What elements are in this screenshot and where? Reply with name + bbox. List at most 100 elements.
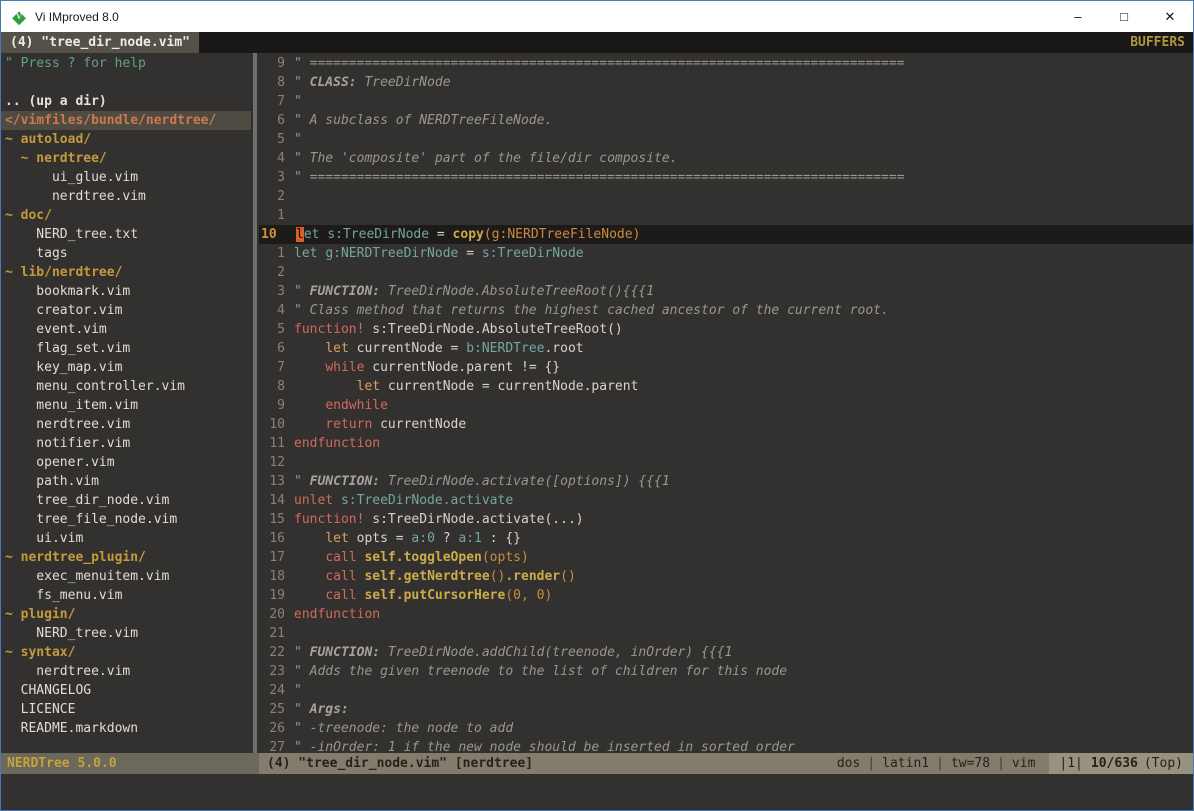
code-line[interactable]: 10 return currentNode — [259, 415, 1193, 434]
nerdtree-item-file[interactable]: event.vim — [1, 320, 251, 339]
minimize-button[interactable]: – — [1055, 1, 1101, 32]
nerdtree-item-file[interactable]: nerdtree.vim — [1, 187, 251, 206]
cursor-position: 10/636 — [1091, 753, 1138, 774]
code-line[interactable]: 26" -treenode: the node to add — [259, 719, 1193, 738]
code-line[interactable]: 23 " Adds the given treenode to the list … — [259, 662, 1193, 681]
nerdtree-item-file[interactable]: NERD_tree.vim — [1, 624, 251, 643]
code-line[interactable]: 1let g:NERDTreeDirNode = s:TreeDirNode — [259, 244, 1193, 263]
code-line[interactable]: 5" — [259, 130, 1193, 149]
nerdtree-pane[interactable]: " Press ? for help.. (up a dir)</vimfile… — [1, 53, 251, 753]
line-number: 10 — [259, 225, 287, 244]
nerdtree-item-file[interactable]: ui.vim — [1, 529, 251, 548]
statusline-position: |1| 10/636 (Top) — [1049, 753, 1193, 774]
nerdtree-item-file[interactable]: bookmark.vim — [1, 282, 251, 301]
code-line[interactable]: 11endfunction — [259, 434, 1193, 453]
editor-pane[interactable]: 9" =====================================… — [259, 53, 1193, 753]
nerdtree-item-file[interactable]: LICENCE — [1, 700, 251, 719]
nerdtree-item-dir[interactable]: ~ syntax/ — [1, 643, 251, 662]
code-line[interactable]: 9 endwhile — [259, 396, 1193, 415]
nerdtree-item-file[interactable]: README.markdown — [1, 719, 251, 738]
code-line[interactable]: 2 — [259, 263, 1193, 282]
nerdtree-item-file[interactable]: ui_glue.vim — [1, 168, 251, 187]
code-line[interactable]: 22" FUNCTION: TreeDirNode.addChild(treen… — [259, 643, 1193, 662]
nerdtree-item-file[interactable]: menu_controller.vim — [1, 377, 251, 396]
line-number: 25 — [259, 700, 285, 719]
code-line[interactable]: 4" The 'composite' part of the file/dir … — [259, 149, 1193, 168]
line-number: 17 — [259, 548, 285, 567]
command-line[interactable] — [1, 774, 1193, 810]
nerdtree-item-file[interactable]: nerdtree.vim — [1, 415, 251, 434]
tab-tree-dir-node[interactable]: (4) "tree_dir_node.vim" — [1, 32, 199, 53]
nerdtree-item-file[interactable]: path.vim — [1, 472, 251, 491]
code-text: " Adds the given treenode to the list of… — [294, 662, 787, 681]
nerdtree-item-updir[interactable]: .. (up a dir) — [1, 92, 251, 111]
file-format: dos — [837, 756, 860, 771]
code-line[interactable]: 21 — [259, 624, 1193, 643]
nerdtree-item-file[interactable]: exec_menuitem.vim — [1, 567, 251, 586]
nerdtree-item-file[interactable]: creator.vim — [1, 301, 251, 320]
nerdtree-item-dir[interactable]: ~ autoload/ — [1, 130, 251, 149]
code-line[interactable]: 24" — [259, 681, 1193, 700]
nerdtree-item-file[interactable]: fs_menu.vim — [1, 586, 251, 605]
nerdtree-item-dir[interactable]: ~ nerdtree/ — [1, 149, 251, 168]
buffers-label: BUFFERS — [1122, 32, 1193, 53]
code-line[interactable]: 7 while currentNode.parent != {} — [259, 358, 1193, 377]
code-line[interactable]: 17 call self.toggleOpen(opts) — [259, 548, 1193, 567]
code-text: " CLASS: TreeDirNode — [294, 73, 451, 92]
window-controls: – □ ✕ — [1055, 1, 1193, 32]
code-line[interactable]: 5function! s:TreeDirNode.AbsoluteTreeRoo… — [259, 320, 1193, 339]
nerdtree-item-file[interactable]: tags — [1, 244, 251, 263]
separator-pipe: | — [997, 756, 1005, 771]
code-line[interactable]: 27" -inOrder: 1 if the new node should b… — [259, 738, 1193, 753]
tab-line: (4) "tree_dir_node.vim" BUFFERS — [1, 32, 1193, 53]
code-line[interactable]: 18 call self.getNerdtree().render() — [259, 567, 1193, 586]
nerdtree-item-file[interactable]: NERD_tree.txt — [1, 225, 251, 244]
nerdtree-item-file[interactable]: flag_set.vim — [1, 339, 251, 358]
code-line[interactable]: 15function! s:TreeDirNode.activate(...) — [259, 510, 1193, 529]
code-line[interactable]: 12 — [259, 453, 1193, 472]
nerdtree-item-file[interactable]: nerdtree.vim — [1, 662, 251, 681]
nerdtree-item-file[interactable]: notifier.vim — [1, 434, 251, 453]
code-line[interactable]: 9" =====================================… — [259, 54, 1193, 73]
nerdtree-item-file[interactable]: CHANGELOG — [1, 681, 251, 700]
code-text: let currentNode = currentNode.parent — [294, 377, 638, 396]
line-number: 23 — [259, 662, 285, 681]
code-line[interactable]: 3" FUNCTION: TreeDirNode.AbsoluteTreeRoo… — [259, 282, 1193, 301]
code-line[interactable]: 6" A subclass of NERDTreeFileNode. — [259, 111, 1193, 130]
code-line-current[interactable]: 10let s:TreeDirNode = copy(g:NERDTreeFil… — [259, 225, 1193, 244]
nerdtree-item-root[interactable]: </vimfiles/bundle/nerdtree/ — [1, 111, 251, 130]
nerdtree-item-file[interactable]: menu_item.vim — [1, 396, 251, 415]
code-line[interactable]: 4" Class method that returns the highest… — [259, 301, 1193, 320]
line-number: 2 — [259, 263, 285, 282]
separator-pipe: | — [867, 756, 875, 771]
nerdtree-item-file[interactable]: tree_dir_node.vim — [1, 491, 251, 510]
nerdtree-item-dir[interactable]: ~ lib/nerdtree/ — [1, 263, 251, 282]
code-line[interactable]: 14unlet s:TreeDirNode.activate — [259, 491, 1193, 510]
line-number: 27 — [259, 738, 285, 753]
maximize-button[interactable]: □ — [1101, 1, 1147, 32]
code-text: " Args: — [294, 700, 349, 719]
code-line[interactable]: 1 — [259, 206, 1193, 225]
code-line[interactable]: 20endfunction — [259, 605, 1193, 624]
nerdtree-item-file[interactable]: tree_file_node.vim — [1, 510, 251, 529]
nerdtree-item-dir[interactable]: ~ nerdtree_plugin/ — [1, 548, 251, 567]
close-button[interactable]: ✕ — [1147, 1, 1193, 32]
code-line[interactable]: 25 " Args: — [259, 700, 1193, 719]
code-line[interactable]: 8" CLASS: TreeDirNode — [259, 73, 1193, 92]
line-number: 10 — [259, 415, 285, 434]
code-line[interactable]: 13" FUNCTION: TreeDirNode.activate([opti… — [259, 472, 1193, 491]
nerdtree-item-dir[interactable]: ~ plugin/ — [1, 605, 251, 624]
code-line[interactable]: 6 let currentNode = b:NERDTree.root — [259, 339, 1193, 358]
code-line[interactable]: 2 — [259, 187, 1193, 206]
code-line[interactable]: 8 let currentNode = currentNode.parent — [259, 377, 1193, 396]
code-line[interactable]: 7" — [259, 92, 1193, 111]
nerdtree-item-file[interactable]: opener.vim — [1, 453, 251, 472]
window-separator[interactable] — [251, 53, 259, 753]
code-line[interactable]: 3" =====================================… — [259, 168, 1193, 187]
code-line[interactable]: 19 call self.putCursorHere(0, 0) — [259, 586, 1193, 605]
nerdtree-item-file[interactable]: key_map.vim — [1, 358, 251, 377]
buffer-indicator: |1| — [1059, 753, 1082, 774]
nerdtree-item-dir[interactable]: ~ doc/ — [1, 206, 251, 225]
code-line[interactable]: 16 let opts = a:0 ? a:1 : {} — [259, 529, 1193, 548]
code-text: endwhile — [294, 396, 388, 415]
